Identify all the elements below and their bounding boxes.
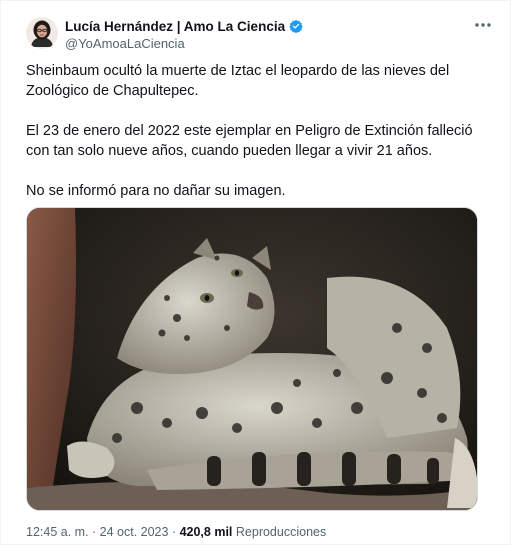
tweet-date[interactable]: 24 oct. 2023 [100,525,169,539]
meta-separator: · [168,525,180,539]
meta-separator: · [88,525,100,539]
views-count: 420,8 mil [179,525,233,539]
author-handle[interactable]: @YoAmoaLaCiencia [65,36,185,51]
tweet-header: Lucía Hernández | Amo La Ciencia @YoAmoa… [26,15,496,55]
more-options-icon[interactable] [472,15,494,35]
tweet-photo[interactable] [26,207,478,511]
tweet-paragraph: Sheinbaum ocultó la muerte de Iztac el l… [26,63,450,99]
views-label: Reproducciones [235,525,327,539]
tweet-paragraph: No se informó para no dañar su imagen. [26,183,286,199]
author-name-line: Lucía Hernández | Amo La Ciencia [65,17,303,35]
tweet-text: Sheinbaum ocultó la muerte de Iztac el l… [26,61,486,221]
snow-leopard-photo [27,208,477,510]
tweet-paragraph: El 23 de enero del 2022 este ejemplar en… [26,123,473,159]
tweet-time[interactable]: 12:45 a. m. [26,525,89,539]
author-display-name[interactable]: Lucía Hernández | Amo La Ciencia [65,19,285,34]
tweet-meta: 12:45 a. m. · 24 oct. 2023 · 420,8 mil R… [26,525,326,539]
tweet-card: Lucía Hernández | Amo La Ciencia @YoAmoa… [0,0,511,545]
verified-badge-icon [289,19,303,34]
avatar[interactable] [26,17,58,49]
